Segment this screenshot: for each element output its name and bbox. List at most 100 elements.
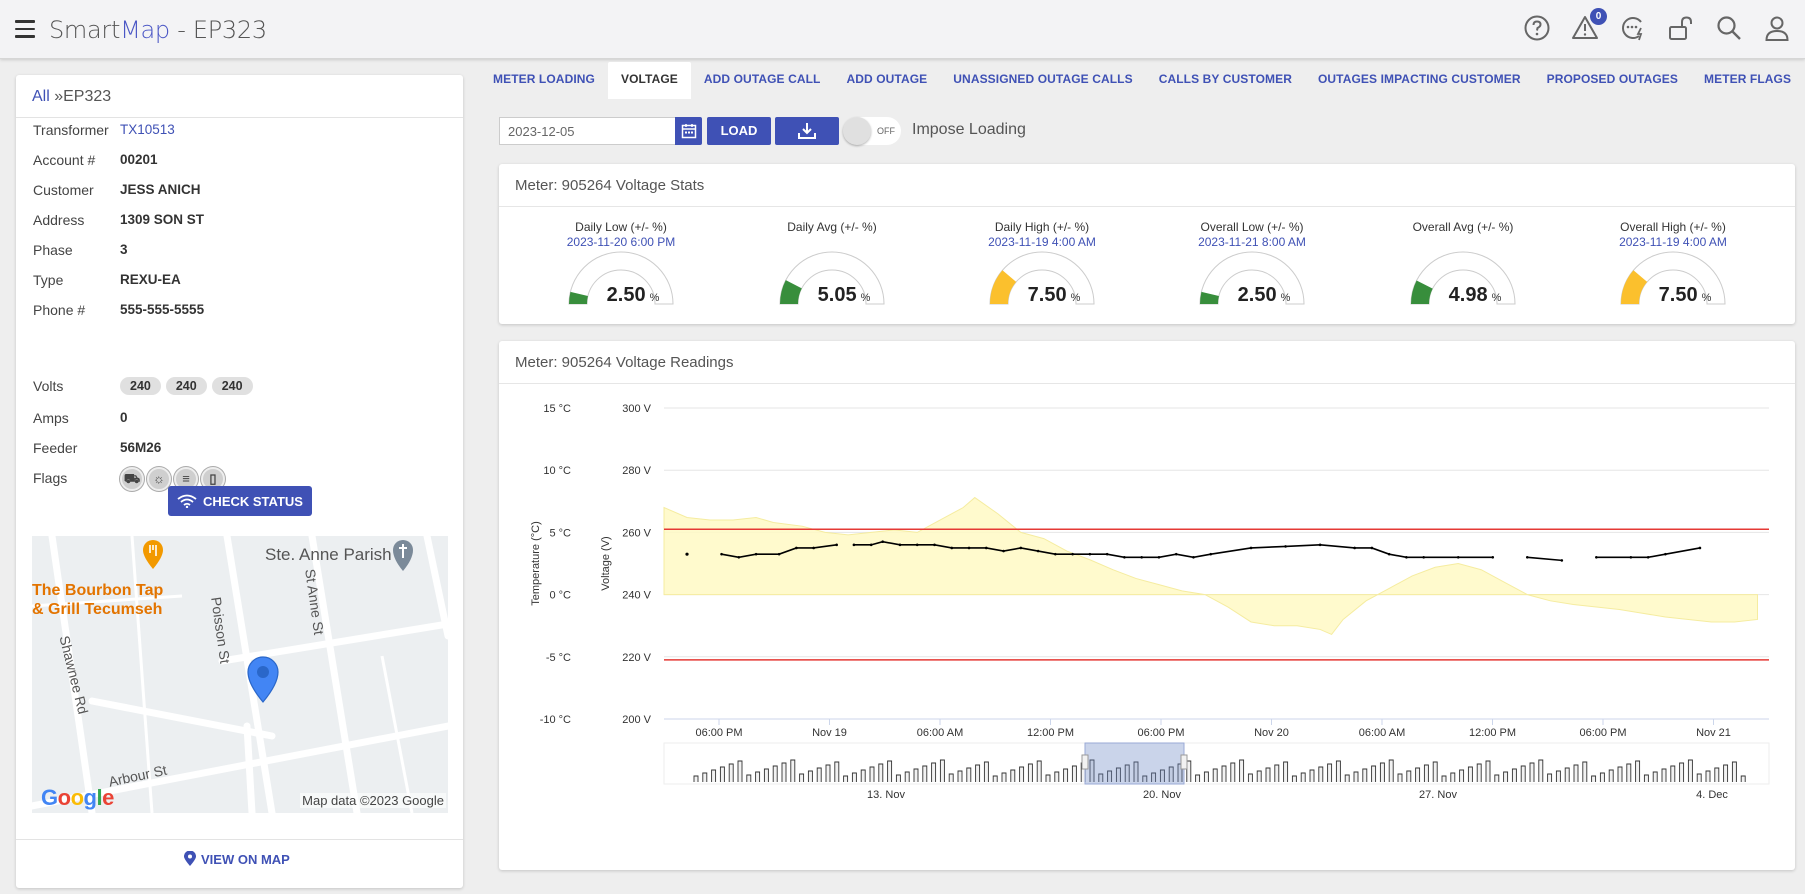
transformer-link[interactable]: TX10513 bbox=[120, 122, 175, 137]
voltage-point bbox=[915, 543, 919, 547]
app-title: SmartMap - EP323 bbox=[49, 16, 267, 44]
toggle-state-label: OFF bbox=[877, 126, 895, 136]
voltage-point bbox=[1002, 549, 1005, 553]
voltage-point bbox=[1353, 546, 1356, 550]
voltage-point bbox=[1284, 545, 1287, 548]
view-on-map-link[interactable]: VIEW ON MAP bbox=[184, 851, 290, 867]
voltage-point bbox=[1019, 546, 1023, 550]
tab-calls-by-customer[interactable]: CALLS BY CUSTOMER bbox=[1146, 62, 1305, 99]
voltage-point bbox=[1370, 546, 1374, 550]
gauge-date bbox=[1363, 235, 1563, 249]
tab-add-outage[interactable]: ADD OUTAGE bbox=[834, 62, 941, 99]
detail-label: Amps bbox=[33, 410, 69, 426]
tab-meter-loading[interactable]: METER LOADING bbox=[480, 62, 608, 99]
breadcrumb-all-link[interactable]: All bbox=[32, 88, 50, 105]
tab-unassigned-outage-calls[interactable]: UNASSIGNED OUTAGE CALLS bbox=[940, 62, 1145, 99]
gauge-value: 7.50 bbox=[1658, 284, 1698, 306]
voltage-point bbox=[1560, 559, 1564, 562]
detail-value: 1309 SON ST bbox=[120, 212, 205, 227]
stat-gauge: Overall Low (+/- %) 2023-11-21 8:00 AM 2.5… bbox=[1152, 220, 1352, 306]
voltage-axis-title: Voltage (V) bbox=[600, 536, 612, 590]
voltage-tick-label: 260 V bbox=[622, 527, 651, 539]
church-pin-icon[interactable] bbox=[390, 536, 416, 571]
voltage-point bbox=[1192, 555, 1195, 559]
gauge-title: Overall High (+/- %) bbox=[1620, 220, 1726, 234]
voltage-line-segment bbox=[1596, 547, 1701, 559]
location-pin-icon[interactable] bbox=[245, 654, 281, 704]
volt-chip: 240 bbox=[211, 377, 253, 395]
voltage-point bbox=[898, 543, 902, 547]
check-status-button[interactable]: CHECK STATUS bbox=[168, 486, 312, 516]
navigator-selection bbox=[1084, 742, 1185, 785]
view-on-map-label: VIEW ON MAP bbox=[201, 851, 290, 867]
detail-label: Type bbox=[33, 272, 64, 288]
gauge-value-row: 7.50% bbox=[942, 284, 1142, 307]
voltage-point bbox=[881, 540, 884, 544]
power-status-icon[interactable] bbox=[1619, 14, 1647, 42]
x-tick-label: 12:00 PM bbox=[1469, 727, 1516, 739]
temperature-tick-label: 15 °C bbox=[543, 403, 571, 415]
voltage-point bbox=[1036, 549, 1040, 553]
tab-proposed-outages[interactable]: PROPOSED OUTAGES bbox=[1534, 62, 1691, 99]
date-input[interactable]: 2023-12-05 bbox=[499, 117, 675, 145]
calendar-button[interactable] bbox=[675, 117, 702, 145]
restaurant-pin-icon[interactable] bbox=[140, 538, 166, 570]
voltage-point bbox=[1054, 552, 1057, 556]
detail-label: Phase bbox=[33, 242, 73, 258]
stat-gauge: Overall High (+/- %) 2023-11-19 4:00 AM 7.… bbox=[1573, 220, 1773, 306]
unlock-icon[interactable] bbox=[1667, 14, 1695, 42]
stat-gauge: Daily High (+/- %) 2023-11-19 4:00 AM 7.50… bbox=[942, 220, 1142, 306]
stat-gauge: Overall Avg (+/- %) 4.98% bbox=[1363, 220, 1563, 306]
voltage-point bbox=[1157, 555, 1161, 559]
voltage-readings-chart[interactable]: 15 °C 10 °C 5 °C 0 °C -5 °C -10 °C 300 V 280 V 2… bbox=[499, 386, 1795, 866]
x-tick-label: 06:00 AM bbox=[1359, 727, 1405, 739]
account-icon[interactable] bbox=[1763, 14, 1791, 42]
voltage-point bbox=[812, 546, 815, 550]
map-marker-icon bbox=[184, 851, 196, 866]
voltage-point bbox=[1646, 555, 1650, 559]
gauge-date: 2023-11-21 8:00 AM bbox=[1198, 235, 1306, 249]
toggle-knob bbox=[843, 117, 871, 145]
detail-label: Phone # bbox=[33, 302, 86, 318]
download-button[interactable] bbox=[775, 117, 839, 145]
detail-label: Address bbox=[33, 212, 85, 228]
breadcrumb: All »EP323 bbox=[16, 75, 463, 118]
location-map[interactable]: Ste. Anne Parish The Bourbon Tap & Grill … bbox=[32, 536, 448, 813]
detail-value: 0 bbox=[120, 410, 128, 425]
detail-value: JESS ANICH bbox=[120, 182, 201, 197]
search-icon[interactable] bbox=[1715, 14, 1743, 42]
gauge-value: 5.05 bbox=[817, 284, 857, 306]
map-attribution: Map data ©2023 Google bbox=[300, 793, 446, 808]
gauge-date bbox=[732, 235, 932, 249]
voltage-stats-card: Meter: 905264 Voltage Stats Daily Low (+… bbox=[499, 164, 1795, 324]
voltage-point bbox=[1456, 555, 1460, 559]
voltage-point bbox=[1405, 555, 1408, 559]
navigator-tick-label: 27. Nov bbox=[1419, 789, 1457, 801]
gauge-title: Overall Low (+/- %) bbox=[1200, 220, 1304, 234]
help-icon[interactable] bbox=[1523, 14, 1551, 42]
alert-warning-icon[interactable]: 0 bbox=[1571, 8, 1607, 42]
gauge-value: 2.50 bbox=[1237, 284, 1277, 306]
voltage-point bbox=[869, 543, 873, 547]
gauge-value-row: 7.50% bbox=[1573, 284, 1773, 307]
x-tick-label: Nov 20 bbox=[1254, 727, 1289, 739]
top-app-bar: SmartMap - EP323 0 bbox=[0, 0, 1805, 59]
tab-outages-impacting-customer[interactable]: OUTAGES IMPACTING CUSTOMER bbox=[1305, 62, 1534, 99]
voltage-line-segment bbox=[1527, 556, 1562, 562]
load-button[interactable]: LOAD bbox=[707, 117, 771, 145]
impose-loading-toggle[interactable]: OFF bbox=[843, 117, 901, 145]
menu-icon[interactable] bbox=[15, 20, 35, 38]
voltage-point bbox=[835, 543, 838, 547]
car-flag-icon[interactable]: ⛟ bbox=[120, 467, 144, 491]
voltage-tick-label: 300 V bbox=[622, 403, 651, 415]
gauge-unit: % bbox=[649, 292, 660, 304]
tab-voltage[interactable]: VOLTAGE bbox=[607, 62, 691, 99]
tab-meter-flags[interactable]: METER FLAGS bbox=[1691, 62, 1804, 99]
gauge-unit: % bbox=[860, 292, 871, 304]
gauge-value-row: 4.98% bbox=[1363, 284, 1563, 307]
voltage-point bbox=[852, 543, 856, 547]
voltage-point bbox=[967, 546, 971, 550]
gauge-title: Daily Avg (+/- %) bbox=[787, 220, 877, 234]
tab-add-outage-call[interactable]: ADD OUTAGE CALL bbox=[691, 62, 834, 99]
navigator-handle-right bbox=[1180, 754, 1188, 770]
